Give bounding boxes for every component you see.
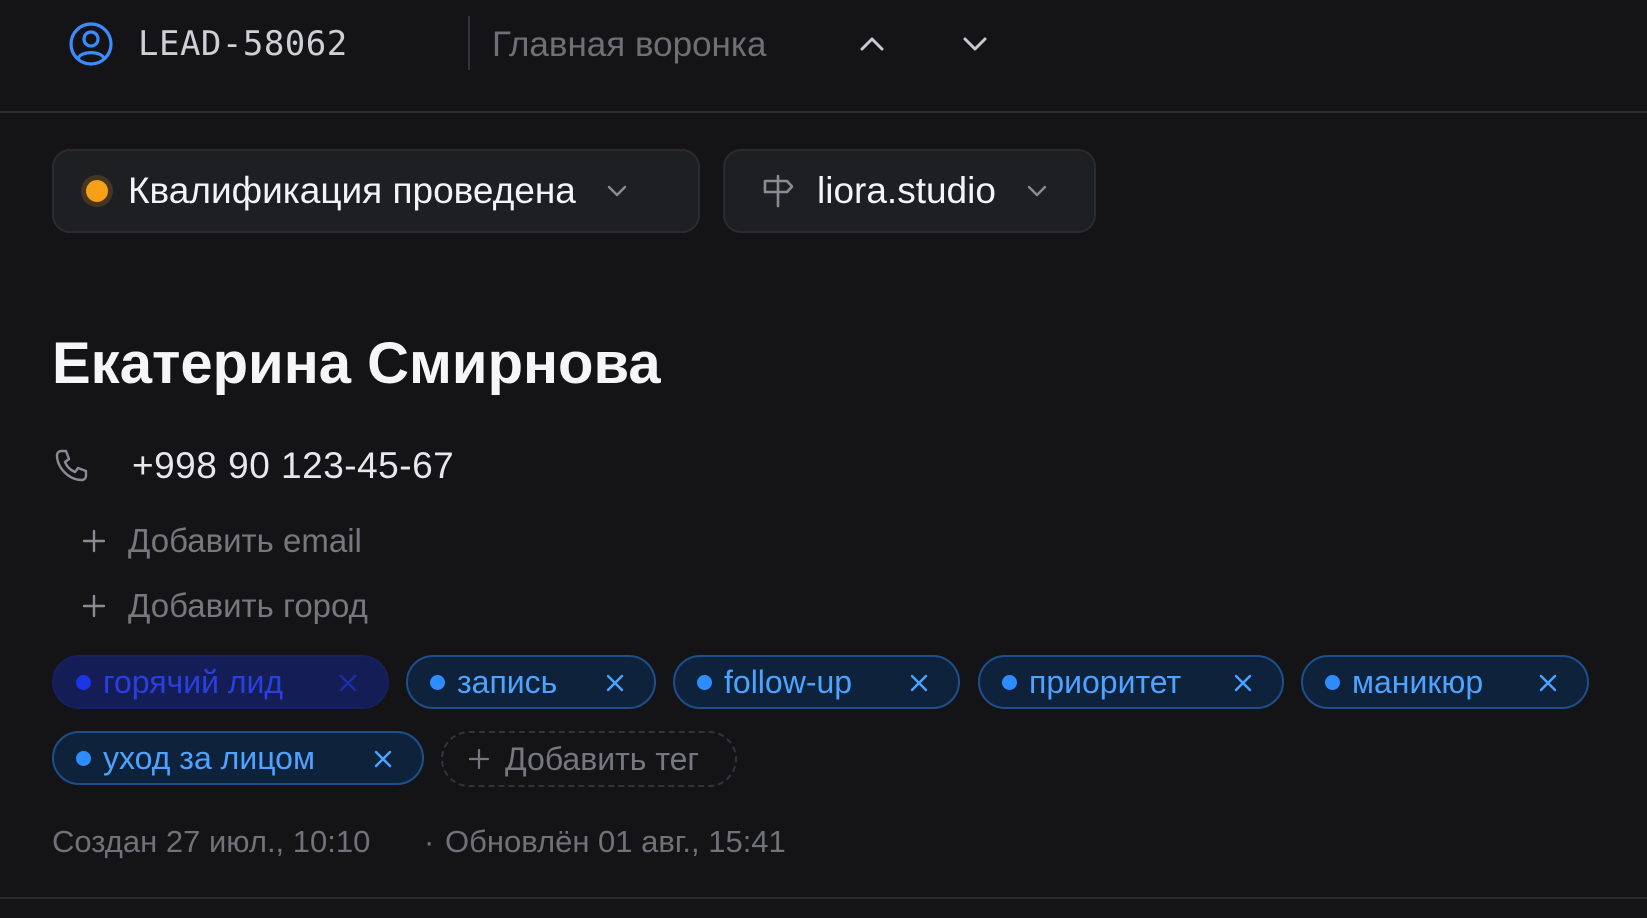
close-icon[interactable]: [602, 670, 628, 696]
meta-separator: ·: [424, 824, 435, 859]
tag-chip[interactable]: уход за лицом: [52, 731, 424, 785]
status-label: Квалификация проведена: [128, 170, 576, 211]
pipeline-name[interactable]: Главная воронка: [492, 22, 766, 68]
tag-label: follow-up: [724, 663, 853, 700]
close-icon[interactable]: [906, 670, 932, 696]
tag-dot: [1325, 674, 1340, 690]
tag-label: горячий лид: [103, 663, 284, 700]
tag-chip[interactable]: маникюр: [1301, 655, 1589, 709]
chevron-down-icon: [604, 178, 630, 204]
header-divider: [468, 16, 470, 70]
created-timestamp: Создан 27 июл., 10:10: [52, 824, 371, 859]
tag-dot: [76, 674, 91, 690]
plus-icon: [82, 594, 106, 618]
chevron-down-icon: [1024, 178, 1050, 204]
status-dropdown[interactable]: Квалификация проведена: [52, 149, 700, 233]
contact-name[interactable]: Екатерина Смирнова: [52, 330, 661, 398]
tag-chip[interactable]: follow-up: [673, 655, 960, 709]
phone-row[interactable]: +998 90 123-45-67: [52, 440, 454, 492]
tag-dot: [430, 674, 445, 690]
chevron-up-icon: [860, 37, 884, 51]
phone-icon: [55, 449, 88, 482]
lead-id: LEAD-58062: [138, 24, 348, 64]
section-divider: [0, 897, 1647, 899]
plus-icon: [468, 748, 490, 770]
add-tag-label: Добавить тег: [505, 740, 700, 777]
add-tag-button[interactable]: Добавить тег: [441, 731, 737, 787]
tag-label: приоритет: [1029, 663, 1182, 700]
source-dropdown[interactable]: liora.studio: [723, 149, 1096, 233]
add-city-button[interactable]: Добавить город: [80, 584, 368, 628]
plus-icon: [82, 529, 106, 553]
add-city-label: Добавить город: [128, 587, 368, 624]
next-lead-button[interactable]: [955, 24, 995, 64]
add-email-label: Добавить email: [128, 522, 362, 559]
close-icon[interactable]: [1535, 670, 1561, 696]
close-icon[interactable]: [335, 670, 361, 696]
tag-label: маникюр: [1352, 663, 1484, 700]
chevron-down-icon: [963, 37, 987, 51]
tag-chip[interactable]: горячий лид: [52, 655, 389, 709]
user-circle-icon: [69, 22, 113, 66]
add-email-button[interactable]: Добавить email: [80, 519, 362, 563]
tag-chip[interactable]: запись: [406, 655, 656, 709]
signpost-icon: [763, 174, 794, 208]
tag-label: уход за лицом: [103, 739, 315, 776]
header-bar: LEAD-58062 Главная воронка: [0, 0, 1647, 113]
source-label: liora.studio: [817, 170, 996, 211]
tag-chip[interactable]: приоритет: [978, 655, 1284, 709]
status-dot: [86, 180, 108, 202]
close-icon[interactable]: [1230, 670, 1256, 696]
previous-lead-button[interactable]: [852, 24, 892, 64]
tag-dot: [76, 750, 91, 766]
close-icon[interactable]: [370, 746, 396, 772]
tag-dot: [1002, 674, 1017, 690]
updated-timestamp: Обновлён 01 авг., 15:41: [445, 824, 786, 859]
tag-label: запись: [457, 663, 558, 700]
phone-number[interactable]: +998 90 123-45-67: [132, 445, 454, 487]
tag-dot: [697, 674, 712, 690]
